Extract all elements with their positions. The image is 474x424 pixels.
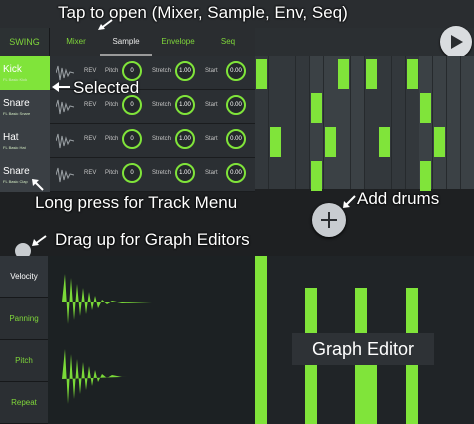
velocity-bar[interactable] [255, 256, 267, 424]
play-button[interactable] [440, 26, 472, 58]
sequencer-step[interactable] [420, 161, 432, 191]
sequencer-step[interactable] [379, 127, 391, 157]
pitch-label: Pitch [105, 170, 119, 176]
pitch-label: Pitch [105, 102, 119, 108]
graph-tab-velocity[interactable]: Velocity [0, 256, 48, 298]
sequencer-step[interactable] [406, 59, 418, 89]
grid-column[interactable] [392, 56, 405, 189]
pitch-label: Pitch [105, 136, 119, 142]
waveform-icon [56, 167, 74, 183]
graph-editor-label: Graph Editor [292, 333, 434, 365]
stretch-knob[interactable]: 1.00 [175, 95, 195, 115]
grid-column[interactable] [460, 56, 474, 189]
add-drums-arrow-icon [343, 195, 356, 208]
stretch-knob[interactable]: 1.00 [175, 129, 195, 149]
tab-mixer[interactable]: Mixer [52, 28, 100, 56]
track-name[interactable]: Hat [0, 124, 50, 158]
start-label: Start [205, 136, 218, 142]
rev-toggle[interactable]: REV [84, 68, 96, 74]
rev-toggle[interactable]: REV [84, 136, 96, 142]
start-knob[interactable]: 0.00 [226, 163, 246, 183]
selected-arrow-icon [52, 82, 70, 92]
rev-toggle[interactable]: REV [84, 170, 96, 176]
start-knob[interactable]: 0.00 [226, 95, 246, 115]
stretch-label: Stretch [152, 170, 172, 176]
start-label: Start [205, 102, 218, 108]
waveform-icon [56, 133, 74, 149]
tab-envelope[interactable]: Envelope [152, 28, 204, 56]
sequencer-step[interactable] [269, 127, 281, 157]
track-name[interactable]: Kick [0, 56, 50, 90]
grid-column[interactable] [268, 56, 282, 189]
tab-sample[interactable]: Sample [100, 28, 152, 56]
sequencer-step[interactable] [434, 127, 446, 157]
sequencer-step[interactable] [310, 93, 322, 123]
track-sample-name: FL Basic Kick [3, 77, 28, 82]
track-sample-name: FL Basic Hat [3, 145, 26, 150]
pitch-label: Pitch [105, 68, 119, 74]
track-row[interactable]: Hat FL Basic Hat REV Pitch 0 Stretch 1.0… [0, 124, 255, 158]
start-knob[interactable]: 0.00 [226, 129, 246, 149]
grid-column[interactable] [433, 56, 447, 189]
graph-tab-pitch[interactable]: Pitch [0, 340, 48, 382]
stretch-label: Stretch [152, 68, 172, 74]
stretch-knob[interactable]: 1.00 [175, 61, 195, 81]
stretch-knob[interactable]: 1.00 [175, 163, 195, 183]
sequencer-step[interactable] [420, 93, 432, 123]
long-press-arrow-icon [32, 179, 44, 191]
pitch-knob[interactable]: 0 [122, 129, 142, 149]
callout-selected: Selected [73, 78, 140, 97]
sequencer-step[interactable] [310, 161, 322, 191]
callout-drag-up: Drag up for Graph Editors [55, 230, 250, 249]
stretch-label: Stretch [152, 136, 172, 142]
start-label: Start [205, 170, 218, 176]
grid-column[interactable] [323, 56, 337, 189]
grid-column[interactable] [282, 56, 296, 189]
track-name[interactable]: Snare [0, 90, 50, 124]
sequencer-grid[interactable] [255, 56, 474, 191]
start-label: Start [205, 68, 218, 74]
swing-button[interactable]: SWING [0, 28, 50, 56]
waveform-preview [62, 274, 152, 404]
grid-column[interactable] [378, 56, 392, 189]
graph-tab-panning[interactable]: Panning [0, 298, 48, 340]
graph-tab-repeat[interactable]: Repeat [0, 382, 48, 424]
sequencer-step[interactable] [365, 59, 377, 89]
stretch-label: Stretch [152, 102, 172, 108]
callout-long-press: Long press for Track Menu [35, 193, 238, 212]
grid-column[interactable] [446, 56, 460, 189]
play-icon [451, 35, 463, 49]
grid-column[interactable] [296, 56, 310, 189]
sequencer-step[interactable] [256, 59, 267, 89]
rev-toggle[interactable]: REV [84, 102, 96, 108]
pitch-knob[interactable]: 0 [122, 163, 142, 183]
sequencer-step[interactable] [324, 127, 336, 157]
waveform-icon [56, 99, 74, 115]
tab-seq[interactable]: Seq [204, 28, 252, 56]
callout-add-drums: Add drums [357, 189, 440, 208]
pitch-knob[interactable]: 0 [122, 95, 142, 115]
add-drum-button[interactable] [312, 203, 346, 237]
track-sample-name: FL Basic Snare [3, 111, 31, 116]
track-sample-name: FL Basic Clap [3, 179, 28, 184]
start-knob[interactable]: 0.00 [226, 61, 246, 81]
sequencer-step[interactable] [338, 59, 350, 89]
drag-arrow-icon [32, 235, 47, 246]
grid-column[interactable] [350, 56, 364, 189]
